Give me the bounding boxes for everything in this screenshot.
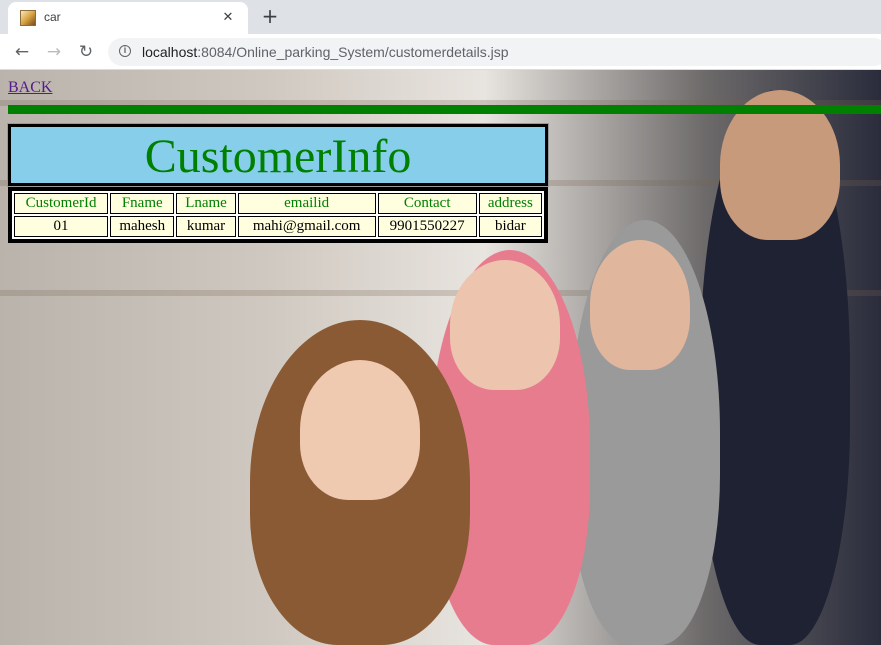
browser-tab[interactable]: car ✕ (8, 2, 248, 34)
header-emailid: emailid (237, 193, 376, 214)
table-row: 01 mahesh kumar mahi@gmail.com 990155022… (14, 216, 542, 237)
header-fname: Fname (110, 193, 175, 214)
header-customerid: CustomerId (14, 193, 109, 214)
customer-info-panel: CustomerInfo CustomerId Fname Lname emai… (7, 123, 549, 243)
url-text[interactable]: localhost:8084/Online_parking_System/cus… (142, 44, 509, 60)
address-bar[interactable]: i localhost:8084/Online_parking_System/c… (108, 38, 881, 66)
browser-toolbar: ← → ↻ i localhost:8084/Online_parking_Sy… (0, 34, 881, 70)
header-contact: Contact (377, 193, 477, 214)
customer-table: CustomerId Fname Lname emailid Contact a… (8, 187, 548, 243)
tab-title: car (44, 10, 61, 24)
cell-address: bidar (478, 216, 542, 237)
reload-icon[interactable]: ↻ (74, 40, 98, 64)
url-path: :8084/Online_parking_System/customerdeta… (197, 44, 509, 60)
back-link[interactable]: BACK (8, 79, 52, 97)
back-arrow-icon[interactable]: ← (10, 40, 34, 64)
cell-customerid: 01 (14, 216, 109, 237)
favicon-icon (20, 10, 36, 26)
cell-contact: 9901550227 (377, 216, 477, 237)
table-header-row: CustomerId Fname Lname emailid Contact a… (14, 193, 542, 214)
header-address: address (478, 193, 542, 214)
close-icon[interactable]: ✕ (218, 8, 238, 28)
cell-fname: mahesh (110, 216, 175, 237)
url-host: localhost (142, 44, 198, 60)
tab-strip: car ✕ + (0, 0, 881, 34)
green-divider (8, 105, 881, 114)
header-lname: Lname (176, 193, 236, 214)
info-icon[interactable]: i (119, 45, 131, 57)
new-tab-button[interactable]: + (258, 5, 282, 29)
cell-emailid: mahi@gmail.com (237, 216, 376, 237)
page-title: CustomerInfo (144, 130, 412, 183)
cell-lname: kumar (176, 216, 236, 237)
title-cell: CustomerInfo (7, 123, 549, 187)
page-viewport: BACK CustomerInfo CustomerId Fname Lname… (0, 70, 881, 645)
forward-arrow-icon[interactable]: → (42, 40, 66, 64)
